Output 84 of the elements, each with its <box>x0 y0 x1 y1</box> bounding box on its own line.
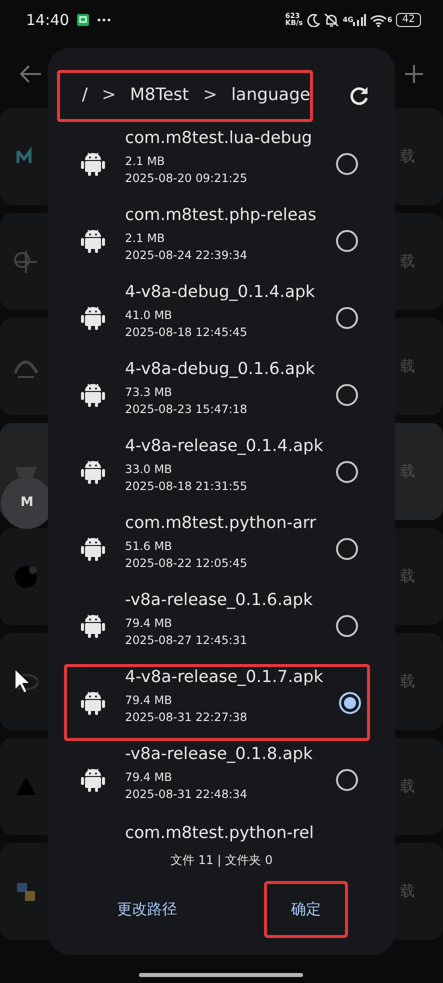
android-icon <box>81 690 105 714</box>
card-action-text: 载 <box>400 146 415 168</box>
card-action-text: 载 <box>400 566 415 588</box>
file-date: 2025-08-27 12:45:31 <box>125 632 248 648</box>
file-name: com.m8test.python-rel <box>125 822 315 844</box>
breadcrumb-separator: > <box>102 84 116 108</box>
android-icon <box>81 382 105 406</box>
file-date: 2025-08-18 12:45:45 <box>125 324 248 340</box>
file-row[interactable]: -v8a-release_0.1.6.apk 79.4 MB 2025-08-27 12:45:31 <box>64 587 370 664</box>
android-icon <box>81 306 105 330</box>
app-logo-icon <box>14 250 38 274</box>
file-row[interactable]: -v8a-release_0.1.8.apk 79.4 MB 2025-08-31 22:48:34 <box>64 741 370 818</box>
dialog-button[interactable]: 更改路径 <box>102 881 192 938</box>
file-row[interactable]: com.m8test.lua-debug 2.1 MB 2025-08-20 09:21:25 <box>64 125 370 202</box>
file-row[interactable]: 4-v8a-debug_0.1.6.apk 73.3 MB 2025-08-23 15:47:18 <box>64 356 370 433</box>
muted-bell-icon <box>324 13 339 27</box>
file-size: 2.1 MB <box>125 230 166 246</box>
card-action-text: 载 <box>400 881 415 902</box>
radio-button[interactable] <box>336 538 358 560</box>
file-size: 79.4 MB <box>125 692 174 708</box>
signal-icon <box>353 14 366 26</box>
android-icon <box>81 768 105 792</box>
file-size: 2.1 MB <box>125 152 166 170</box>
file-date: 2025-08-20 09:21:25 <box>125 170 248 186</box>
file-name: 4-v8a-release_0.1.4.apk <box>125 434 324 456</box>
file-size: 79.4 MB <box>125 614 174 632</box>
add-icon[interactable] <box>405 65 423 83</box>
file-name: 4-v8a-release_0.1.7.apk <box>125 666 324 688</box>
refresh-icon[interactable] <box>349 86 369 106</box>
card-action-text: 载 <box>400 671 415 692</box>
android-icon <box>81 536 105 560</box>
file-size: 79.4 MB <box>125 768 174 786</box>
file-name: com.m8test.php-releas <box>125 204 318 226</box>
file-size: 73.3 MB <box>125 384 174 400</box>
card-action-text: 载 <box>400 356 415 378</box>
file-size: 41.0 MB <box>125 306 174 324</box>
radio-button[interactable] <box>339 692 361 714</box>
file-name: -v8a-release_0.1.6.apk <box>125 588 314 610</box>
radio-button[interactable] <box>336 152 358 174</box>
card-action-text: 载 <box>400 776 415 798</box>
moon-icon <box>306 14 320 26</box>
file-row[interactable]: 4-v8a-debug_0.1.4.apk 41.0 MB 2025-08-18 12:45:45 <box>64 279 370 356</box>
back-icon[interactable] <box>20 65 42 83</box>
radio-button[interactable] <box>336 306 358 328</box>
radio-button[interactable] <box>336 460 358 482</box>
dialog-button[interactable]: 确定 <box>264 881 348 938</box>
file-size: 33.0 MB <box>125 460 174 478</box>
file-date: 2025-08-18 21:31:55 <box>125 478 248 494</box>
radio-button[interactable] <box>336 230 358 252</box>
breadcrumb-item[interactable]: M8Test <box>130 83 189 109</box>
file-row[interactable]: 4-v8a-release_0.1.7.apk 79.4 MB 2025-08-31 22:27:38 <box>64 664 370 741</box>
file-row[interactable]: 4-v8a-release_0.1.4.apk 33.0 MB 2025-08-18 21:31:55 <box>64 433 370 510</box>
file-name: com.m8test.python-arr <box>125 512 318 534</box>
android-icon <box>81 460 105 484</box>
android-icon <box>81 614 105 638</box>
file-size: 51.6 MB <box>125 538 174 554</box>
android-icon <box>81 228 105 252</box>
radio-button[interactable] <box>336 768 358 790</box>
notification-icon <box>77 14 90 26</box>
file-date: 2025-08-22 12:05:45 <box>125 554 248 572</box>
android-icon <box>81 152 105 176</box>
file-date: 2025-08-31 22:48:34 <box>125 786 248 802</box>
radio-button[interactable] <box>336 614 358 636</box>
file-name: com.m8test.lua-debug <box>125 126 314 148</box>
battery-level: 42 <box>396 13 421 27</box>
file-name: 4-v8a-debug_0.1.4.apk <box>125 280 316 302</box>
file-count-summary: 文件 11 | 文件夹 0 <box>169 852 274 869</box>
file-name: -v8a-release_0.1.8.apk <box>125 742 314 764</box>
file-date: 2025-08-23 15:47:18 <box>125 400 248 418</box>
file-date: 2025-08-31 22:27:38 <box>125 708 248 726</box>
status-time: 14:40 <box>26 10 70 31</box>
file-row[interactable]: com.m8test.php-releas 2.1 MB 2025-08-24 22:39:34 <box>64 202 370 279</box>
file-date: 2025-08-24 22:39:34 <box>125 246 248 264</box>
more-icon <box>97 18 112 22</box>
mouse-cursor-icon <box>14 668 32 694</box>
file-name: 4-v8a-debug_0.1.6.apk <box>125 358 316 380</box>
file-row[interactable]: com.m8test.python-rel <box>64 818 370 847</box>
radio-button[interactable] <box>336 384 358 406</box>
breadcrumb-item[interactable]: / <box>82 83 88 109</box>
file-row[interactable]: com.m8test.python-arr 51.6 MB 2025-08-22 12:05:45 <box>64 510 370 587</box>
breadcrumb-separator: > <box>202 84 218 108</box>
wifi-icon <box>370 14 388 26</box>
card-action-text: 载 <box>400 251 415 272</box>
app-logo-icon <box>14 564 38 588</box>
